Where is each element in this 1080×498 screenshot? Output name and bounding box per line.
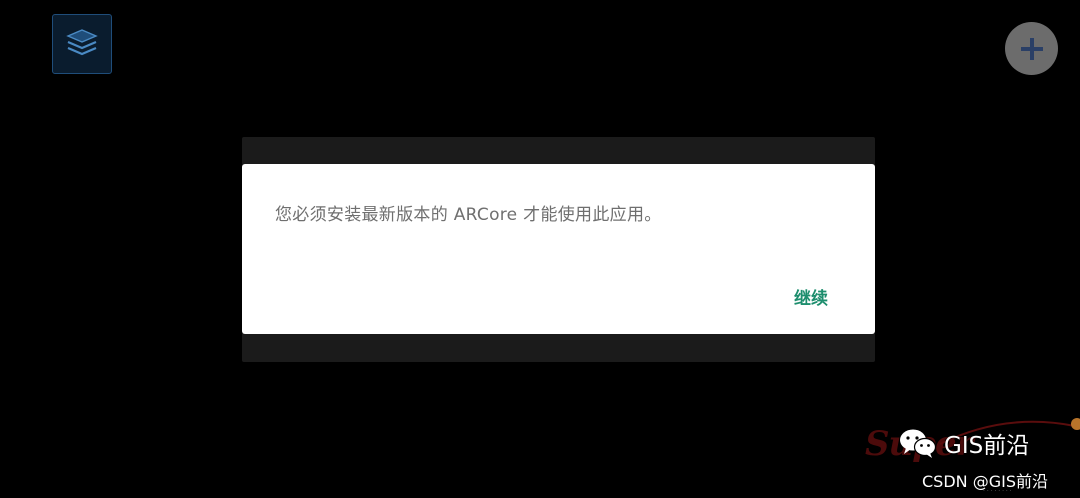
layers-icon: [66, 29, 98, 56]
add-button[interactable]: [1005, 22, 1058, 75]
ar-screen: 您必须安装最新版本的 ARCore 才能使用此应用。 继续 Super · · …: [0, 0, 1080, 498]
layers-button[interactable]: [52, 14, 112, 74]
dialog-message: 您必须安装最新版本的 ARCore 才能使用此应用。: [275, 205, 662, 225]
wechat-icon: [900, 429, 937, 458]
wechat-account-name: GIS前沿: [944, 433, 1030, 459]
arcore-install-dialog: 您必须安装最新版本的 ARCore 才能使用此应用。 继续: [242, 164, 875, 334]
plus-icon: [1020, 37, 1043, 60]
continue-button[interactable]: 继续: [794, 284, 828, 309]
wechat-watermark: GIS前沿: [898, 426, 1029, 460]
csdn-credit: CSDN @GIS前沿: [922, 472, 1048, 491]
